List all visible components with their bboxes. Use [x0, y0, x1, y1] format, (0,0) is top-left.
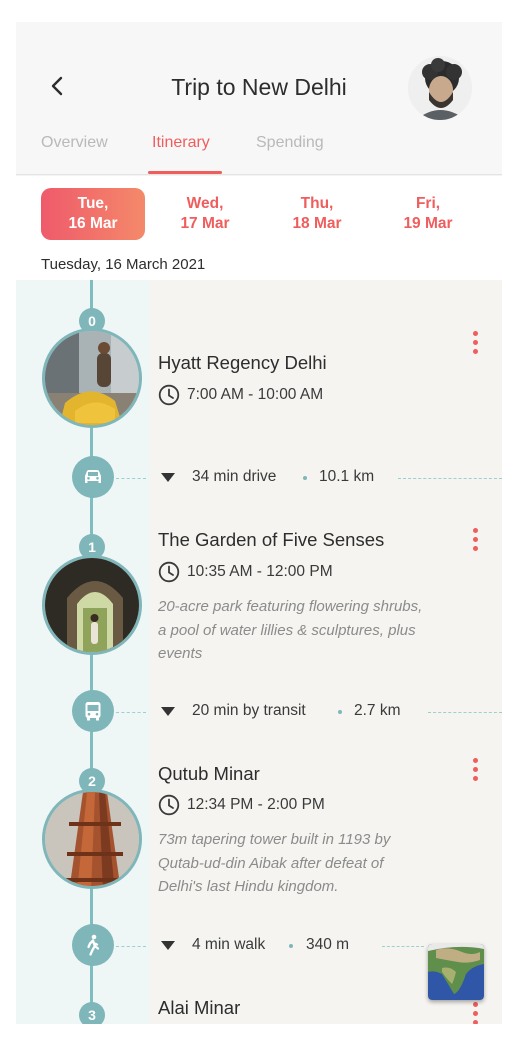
clock-icon [158, 561, 180, 583]
stop-photo-hyatt[interactable] [42, 328, 142, 428]
travel-leg-drive: 34 min drive 10.1 km [161, 468, 401, 488]
tab-spending[interactable]: Spending [256, 134, 324, 152]
expand-caret-icon[interactable] [161, 707, 175, 716]
date-chip-wed[interactable]: Wed, 17 Mar [153, 188, 257, 240]
date-chip-date: 16 Mar [68, 215, 118, 232]
stop-name[interactable]: Hyatt Regency Delhi [158, 352, 327, 374]
tab-overview[interactable]: Overview [41, 134, 108, 152]
clock-icon [158, 794, 180, 816]
more-options-icon[interactable] [468, 756, 482, 786]
expand-caret-icon[interactable] [161, 473, 175, 482]
leg-distance: 10.1 km [319, 468, 375, 485]
description-line: 20-acre park featuring flowering shrubs, [158, 598, 423, 615]
car-icon[interactable] [72, 456, 114, 498]
stop-photo-qutub-minar[interactable] [42, 789, 142, 889]
walk-icon[interactable] [72, 924, 114, 966]
description-line: events [158, 645, 203, 662]
date-chip-day: Wed, [186, 195, 224, 212]
more-options-icon[interactable] [468, 526, 482, 556]
leg-connector [116, 712, 146, 713]
travel-leg-transit: 20 min by transit 2.7 km [161, 702, 421, 722]
stop-time-text: 10:35 AM - 12:00 PM [187, 563, 333, 580]
stop-description: 20-acre park featuring flowering shrubs,… [158, 595, 488, 666]
date-chip-date: 18 Mar [292, 215, 342, 232]
leg-distance: 340 m [306, 936, 350, 953]
stop-photo-garden[interactable] [42, 555, 142, 655]
clock-icon [158, 384, 180, 406]
description-line: Qutab-ud-din Aibak after defeat of [158, 854, 384, 872]
separator-dot [338, 710, 342, 714]
stop-time-text: 7:00 AM - 10:00 AM [187, 386, 324, 403]
stop-name[interactable]: The Garden of Five Senses [158, 529, 384, 551]
leg-distance: 2.7 km [354, 702, 401, 719]
day-label: Tuesday, 16 March 2021 [41, 256, 206, 273]
leg-duration: 20 min by transit [192, 702, 306, 719]
phone-screen: Trip to New Delhi Overview Itinerary Spe… [16, 22, 502, 1024]
leg-connector [428, 712, 502, 713]
travel-leg-walk: 4 min walk 340 m [161, 936, 381, 956]
leg-connector [116, 946, 146, 947]
map-thumbnail-icon[interactable] [428, 944, 484, 1000]
stop-time-text: 12:34 PM - 2:00 PM [187, 796, 325, 813]
date-selector: Tue, 16 Mar Wed, 17 Mar Thu, 18 Mar Fri,… [16, 176, 502, 246]
stop-index-badge: 3 [79, 1002, 105, 1024]
stop-name[interactable]: Alai Minar [158, 997, 240, 1019]
stop-name[interactable]: Qutub Minar [158, 763, 260, 785]
description-line: Delhi's last Hindu kingdom. [158, 878, 339, 895]
app-header: Trip to New Delhi Overview Itinerary Spe… [16, 22, 502, 175]
date-chip-day: Thu, [300, 195, 334, 212]
date-chip-day: Tue, [77, 195, 109, 212]
date-chip-tue[interactable]: Tue, 16 Mar [41, 188, 145, 240]
stop-description: 73m tapering tower built in 1193 by Quta… [158, 828, 488, 899]
date-chip-date: 17 Mar [180, 215, 230, 232]
date-chip-day: Fri, [415, 195, 441, 212]
description-line: 73m tapering tower built in 1193 by [158, 831, 391, 848]
more-options-icon[interactable] [468, 329, 482, 359]
avatar[interactable] [408, 56, 472, 120]
date-chip-thu[interactable]: Thu, 18 Mar [265, 188, 369, 240]
bus-icon[interactable] [72, 690, 114, 732]
separator-dot [289, 944, 293, 948]
separator-dot [303, 476, 307, 480]
chevron-left-icon[interactable] [46, 74, 68, 98]
leg-connector [116, 478, 146, 479]
description-line: a pool of water lillies & sculptures, pl… [158, 621, 416, 639]
active-tab-indicator [148, 171, 222, 174]
tab-itinerary[interactable]: Itinerary [152, 134, 210, 152]
date-chip-fri[interactable]: Fri, 19 Mar [376, 188, 480, 240]
more-options-icon[interactable] [468, 1000, 482, 1024]
date-chip-date: 19 Mar [403, 215, 453, 232]
page-title: Trip to New Delhi [171, 74, 347, 100]
leg-duration: 34 min drive [192, 468, 277, 485]
tab-bar: Overview Itinerary Spending [16, 134, 502, 174]
leg-duration: 4 min walk [192, 936, 266, 953]
leg-connector [398, 478, 502, 479]
leg-connector [382, 946, 424, 947]
expand-caret-icon[interactable] [161, 941, 175, 950]
day-header: Tuesday, 16 March 2021 [16, 246, 502, 280]
